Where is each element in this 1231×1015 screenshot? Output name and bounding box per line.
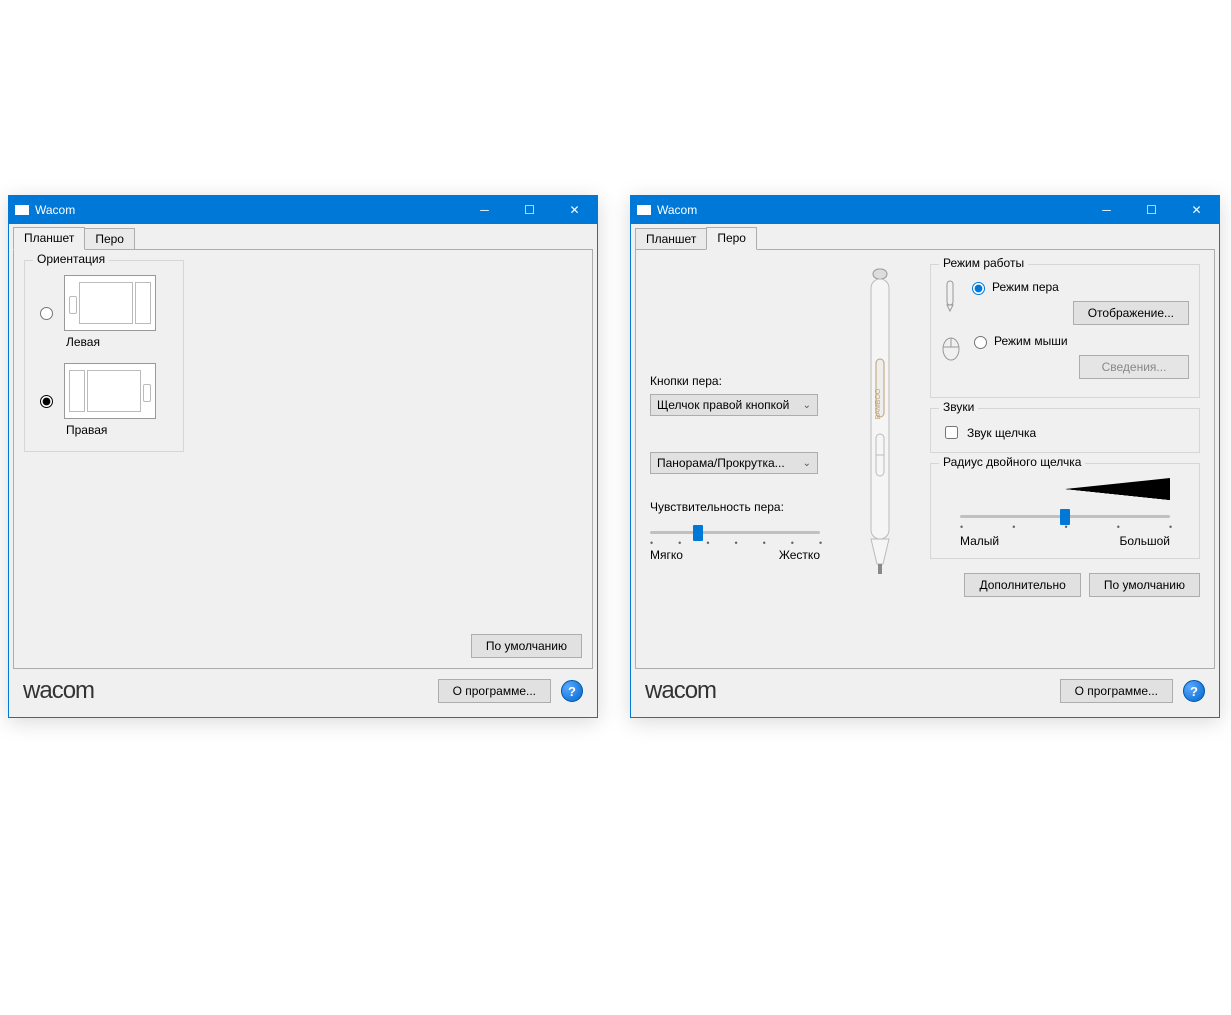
tab-panel-pen: Кнопки пера: Щелчок правой кнопкой ⌄ Пан… (635, 249, 1215, 669)
pen-mode-option[interactable]: Режим пера (967, 279, 1059, 295)
help-button[interactable]: ? (1183, 680, 1205, 702)
tablet-glyph-right (64, 363, 156, 419)
pen-buttons-column: Кнопки пера: Щелчок правой кнопкой ⌄ Пан… (650, 264, 830, 597)
mouse-mode-radio[interactable] (974, 336, 987, 349)
mapping-button[interactable]: Отображение... (1073, 301, 1189, 325)
pen-button-lower-value: Панорама/Прокрутка... (657, 456, 785, 470)
svg-text:BAMBOO: BAMBOO (875, 388, 882, 419)
default-button[interactable]: По умолчанию (1089, 573, 1200, 597)
tab-panel-tablet: Ориентация Левая Правая (13, 249, 593, 669)
mouse-mode-option[interactable]: Режим мыши (969, 333, 1068, 349)
pen-mode-radio[interactable] (972, 282, 985, 295)
about-button[interactable]: О программе... (1060, 679, 1173, 703)
tab-pen[interactable]: Перо (84, 228, 135, 251)
click-sound-checkbox[interactable] (945, 426, 958, 439)
mouse-mode-label: Режим мыши (994, 334, 1068, 348)
maximize-button[interactable]: ☐ (1129, 196, 1174, 224)
orientation-option-right[interactable]: Правая (35, 363, 173, 437)
maximize-button[interactable]: ☐ (507, 196, 552, 224)
mode-title: Режим работы (939, 256, 1028, 270)
pen-button-upper-dropdown[interactable]: Щелчок правой кнопкой ⌄ (650, 394, 818, 416)
titlebar[interactable]: Wacom ─ ☐ ✕ (9, 196, 597, 224)
dblclick-slider[interactable]: ••••• (960, 504, 1170, 530)
tablet-glyph-left (64, 275, 156, 331)
default-button[interactable]: По умолчанию (471, 634, 582, 658)
sensitivity-hard-label: Жестко (779, 548, 820, 562)
mouse-mode-icon (941, 333, 961, 361)
orientation-option-left[interactable]: Левая (35, 275, 173, 349)
dblclick-title: Радиус двойного щелчка (939, 455, 1085, 469)
dblclick-wedge-icon (960, 478, 1170, 500)
wacom-logo: wacom (23, 677, 94, 705)
right-settings-column: Режим работы Режим пера (930, 264, 1200, 597)
pen-icon: BAMBOO (859, 264, 901, 584)
pen-button-lower-dropdown[interactable]: Панорама/Прокрутка... ⌄ (650, 452, 818, 474)
footer: wacom О программе... ? (635, 669, 1215, 713)
tab-bar: Планшет Перо (635, 226, 1215, 249)
dblclick-small-label: Малый (960, 534, 999, 548)
close-button[interactable]: ✕ (1174, 196, 1219, 224)
window-title: Wacom (35, 203, 75, 217)
orientation-label-right: Правая (66, 423, 107, 437)
orientation-group: Ориентация Левая Правая (24, 260, 184, 452)
pen-button-upper-value: Щелчок правой кнопкой (657, 398, 789, 412)
pen-mode-label: Режим пера (992, 280, 1059, 294)
about-button[interactable]: О программе... (438, 679, 551, 703)
minimize-button[interactable]: ─ (1084, 196, 1129, 224)
footer: wacom О программе... ? (13, 669, 593, 713)
sounds-group: Звуки Звук щелчка (930, 408, 1200, 453)
help-button[interactable]: ? (561, 680, 583, 702)
close-button[interactable]: ✕ (552, 196, 597, 224)
pen-mode-icon (941, 279, 959, 313)
titlebar[interactable]: Wacom ─ ☐ ✕ (631, 196, 1219, 224)
chevron-down-icon: ⌄ (803, 458, 811, 469)
mode-group: Режим работы Режим пера (930, 264, 1200, 398)
minimize-button[interactable]: ─ (462, 196, 507, 224)
orientation-label-left: Левая (66, 335, 100, 349)
click-sound-option[interactable]: Звук щелчка (941, 423, 1189, 442)
orientation-title: Ориентация (33, 252, 109, 266)
click-sound-label: Звук щелчка (967, 426, 1036, 440)
app-icon (637, 205, 651, 215)
sensitivity-label: Чувствительность пера: (650, 500, 830, 514)
sensitivity-soft-label: Мягко (650, 548, 683, 562)
dblclick-group: Радиус двойного щелчка ••••• Малый Больш… (930, 463, 1200, 559)
tab-bar: Планшет Перо (13, 226, 593, 249)
wacom-window-tablet: Wacom ─ ☐ ✕ Планшет Перо Ориентация Лева… (8, 195, 598, 718)
details-button: Сведения... (1079, 355, 1189, 379)
app-icon (15, 205, 29, 215)
wacom-window-pen: Wacom ─ ☐ ✕ Планшет Перо Кнопки пера: Ще… (630, 195, 1220, 718)
window-title: Wacom (657, 203, 697, 217)
advanced-button[interactable]: Дополнительно (964, 573, 1080, 597)
chevron-down-icon: ⌄ (803, 400, 811, 411)
tab-tablet[interactable]: Планшет (635, 228, 707, 251)
sounds-title: Звуки (939, 400, 978, 414)
tab-pen[interactable]: Перо (706, 227, 757, 250)
orientation-radio-right[interactable] (40, 395, 53, 408)
wacom-logo: wacom (645, 677, 716, 705)
tab-tablet[interactable]: Планшет (13, 227, 85, 250)
orientation-radio-left[interactable] (40, 307, 53, 320)
sensitivity-slider[interactable]: ••••••• (650, 520, 820, 546)
dblclick-large-label: Большой (1119, 534, 1170, 548)
pen-buttons-label: Кнопки пера: (650, 374, 830, 388)
pen-graphic-column: BAMBOO (840, 264, 920, 597)
